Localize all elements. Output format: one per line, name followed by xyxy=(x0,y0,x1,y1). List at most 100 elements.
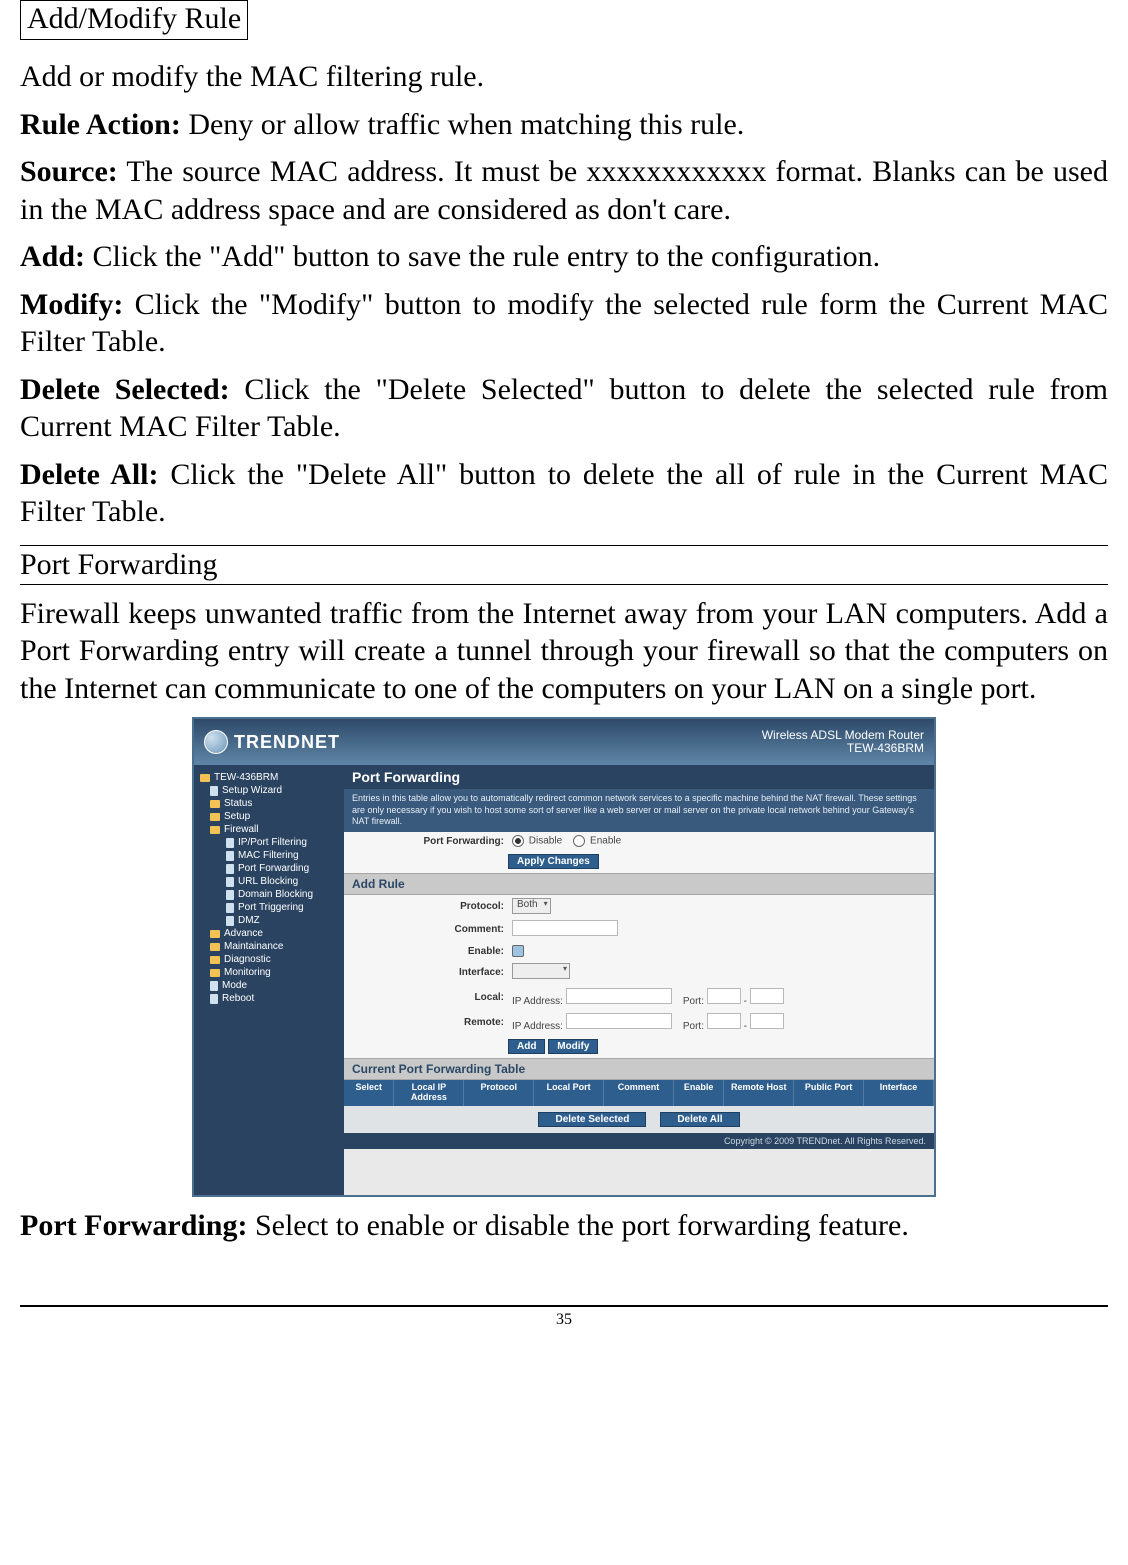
sidebar-item[interactable]: Monitoring xyxy=(198,966,344,979)
rule-action-text: Deny or allow traffic when matching this… xyxy=(181,108,744,141)
label-comment: Comment: xyxy=(344,924,512,935)
sidebar-item-label: IP/Port Filtering xyxy=(238,837,307,848)
sidebar-item[interactable]: IP/Port Filtering xyxy=(198,836,344,849)
table-header-row: SelectLocal IP AddressProtocolLocal Port… xyxy=(344,1080,934,1106)
brand-logo: TRENDNET xyxy=(204,730,340,754)
add-rule-header: Add Rule xyxy=(344,873,934,895)
radio-enable-label: Enable xyxy=(590,836,621,847)
apply-changes-button[interactable]: Apply Changes xyxy=(508,854,599,869)
label-protocol: Protocol: xyxy=(344,901,512,912)
sidebar-item[interactable]: DMZ xyxy=(198,914,344,927)
delete-selected-button[interactable]: Delete Selected xyxy=(538,1112,646,1127)
port-fw-intro: Firewall keeps unwanted traffic from the… xyxy=(20,595,1108,708)
sidebar-item[interactable]: Firewall xyxy=(198,823,344,836)
copyright-text: Copyright © 2009 TRENDnet. All Rights Re… xyxy=(344,1133,934,1149)
port-fw-bottom-line: Port Forwarding: Select to enable or dis… xyxy=(20,1207,1108,1245)
table-column-header: Local Port xyxy=(534,1080,604,1106)
table-btn-row: Delete Selected Delete All xyxy=(344,1106,934,1133)
remote-port2-input[interactable] xyxy=(750,1013,784,1029)
sidebar-item[interactable]: Advance xyxy=(198,927,344,940)
table-column-header: Local IP Address xyxy=(394,1080,464,1106)
panel-desc: Entries in this table allow you to autom… xyxy=(344,789,934,832)
sidebar-item-label: Setup Wizard xyxy=(222,785,282,796)
file-icon xyxy=(210,786,218,796)
sidebar-item-label: Setup xyxy=(224,811,250,822)
file-icon xyxy=(226,916,234,926)
radio-enable[interactable] xyxy=(573,835,585,847)
sidebar-item-label: DMZ xyxy=(238,915,260,926)
sidebar-root[interactable]: TEW-436BRM xyxy=(198,771,344,784)
radio-disable[interactable] xyxy=(512,835,524,847)
modify-label: Modify: xyxy=(20,288,123,321)
section-heading-port-forwarding: Port Forwarding xyxy=(20,545,1108,585)
remote-ip-label: IP Address: xyxy=(512,1021,563,1032)
sidebar-item[interactable]: MAC Filtering xyxy=(198,849,344,862)
modify-button[interactable]: Modify xyxy=(548,1039,598,1054)
delete-all-button[interactable]: Delete All xyxy=(660,1112,739,1127)
add-button[interactable]: Add xyxy=(508,1039,545,1054)
rule-action-line: Rule Action: Deny or allow traffic when … xyxy=(20,106,1108,144)
folder-icon xyxy=(210,956,220,964)
local-port-label: Port: xyxy=(683,996,704,1007)
sidebar-item[interactable]: Status xyxy=(198,797,344,810)
sidebar-item[interactable]: Reboot xyxy=(198,992,344,1005)
sidebar-item-label: Firewall xyxy=(224,824,258,835)
row-local: Local: IP Address: Port: - xyxy=(344,985,934,1010)
file-icon xyxy=(226,890,234,900)
remote-port-label: Port: xyxy=(683,1021,704,1032)
sidebar-item-label: URL Blocking xyxy=(238,876,298,887)
sidebar-item[interactable]: URL Blocking xyxy=(198,875,344,888)
row-protocol: Protocol: Both xyxy=(344,895,934,917)
label-interface: Interface: xyxy=(344,967,512,978)
boxed-heading: Add/Modify Rule xyxy=(20,0,248,40)
label-enable: Enable: xyxy=(344,946,512,957)
file-icon xyxy=(226,864,234,874)
comment-input[interactable] xyxy=(512,920,618,936)
local-port1-input[interactable] xyxy=(707,988,741,1004)
row-interface: Interface: xyxy=(344,960,934,985)
sidebar-item-label: Mode xyxy=(222,980,247,991)
remote-port1-input[interactable] xyxy=(707,1013,741,1029)
remote-port-sep: - xyxy=(744,1021,747,1032)
row-remote: Remote: IP Address: Port: - xyxy=(344,1010,934,1035)
file-icon xyxy=(226,877,234,887)
add-line: Add: Click the "Add" button to save the … xyxy=(20,238,1108,276)
file-icon xyxy=(210,994,218,1004)
sidebar-item[interactable]: Diagnostic xyxy=(198,953,344,966)
remote-ip-input[interactable] xyxy=(566,1013,672,1029)
local-port2-input[interactable] xyxy=(750,988,784,1004)
sidebar-item[interactable]: Port Forwarding xyxy=(198,862,344,875)
local-ip-input[interactable] xyxy=(566,988,672,1004)
router-banner: TRENDNET Wireless ADSL Modem Router TEW-… xyxy=(194,719,934,765)
sidebar-item[interactable]: Setup xyxy=(198,810,344,823)
rule-action-label: Rule Action: xyxy=(20,108,181,141)
sidebar-item-label: Maintainance xyxy=(224,941,283,952)
add-modify-row: Add Modify xyxy=(344,1035,934,1058)
source-label: Source: xyxy=(20,155,118,188)
sidebar-item-label: Advance xyxy=(224,928,263,939)
sidebar-item-label: Diagnostic xyxy=(224,954,271,965)
sidebar-item[interactable]: Maintainance xyxy=(198,940,344,953)
sidebar-item[interactable]: Domain Blocking xyxy=(198,888,344,901)
sidebar-item[interactable]: Mode xyxy=(198,979,344,992)
sidebar-item[interactable]: Setup Wizard xyxy=(198,784,344,797)
folder-icon xyxy=(210,930,220,938)
current-table-header: Current Port Forwarding Table xyxy=(344,1058,934,1080)
page-number: 35 xyxy=(20,1305,1108,1329)
enable-checkbox[interactable] xyxy=(512,945,524,957)
interface-select[interactable] xyxy=(512,963,570,979)
brand-text: TRENDNET xyxy=(234,732,340,753)
sidebar-item[interactable]: Port Triggering xyxy=(198,901,344,914)
row-port-forwarding: Port Forwarding: Disable Enable xyxy=(344,832,934,850)
source-text: The source MAC address. It must be xxxxx… xyxy=(20,155,1108,226)
intro-text: Add or modify the MAC filtering rule. xyxy=(20,58,1108,96)
delete-all-line: Delete All: Click the "Delete All" butto… xyxy=(20,456,1108,531)
sidebar-item-label: MAC Filtering xyxy=(238,850,299,861)
table-column-header: Select xyxy=(344,1080,394,1106)
file-icon xyxy=(210,981,218,991)
folder-icon xyxy=(210,943,220,951)
add-label: Add: xyxy=(20,240,85,273)
table-column-header: Remote Host xyxy=(724,1080,794,1106)
protocol-select[interactable]: Both xyxy=(512,898,551,914)
logo-icon xyxy=(204,730,228,754)
